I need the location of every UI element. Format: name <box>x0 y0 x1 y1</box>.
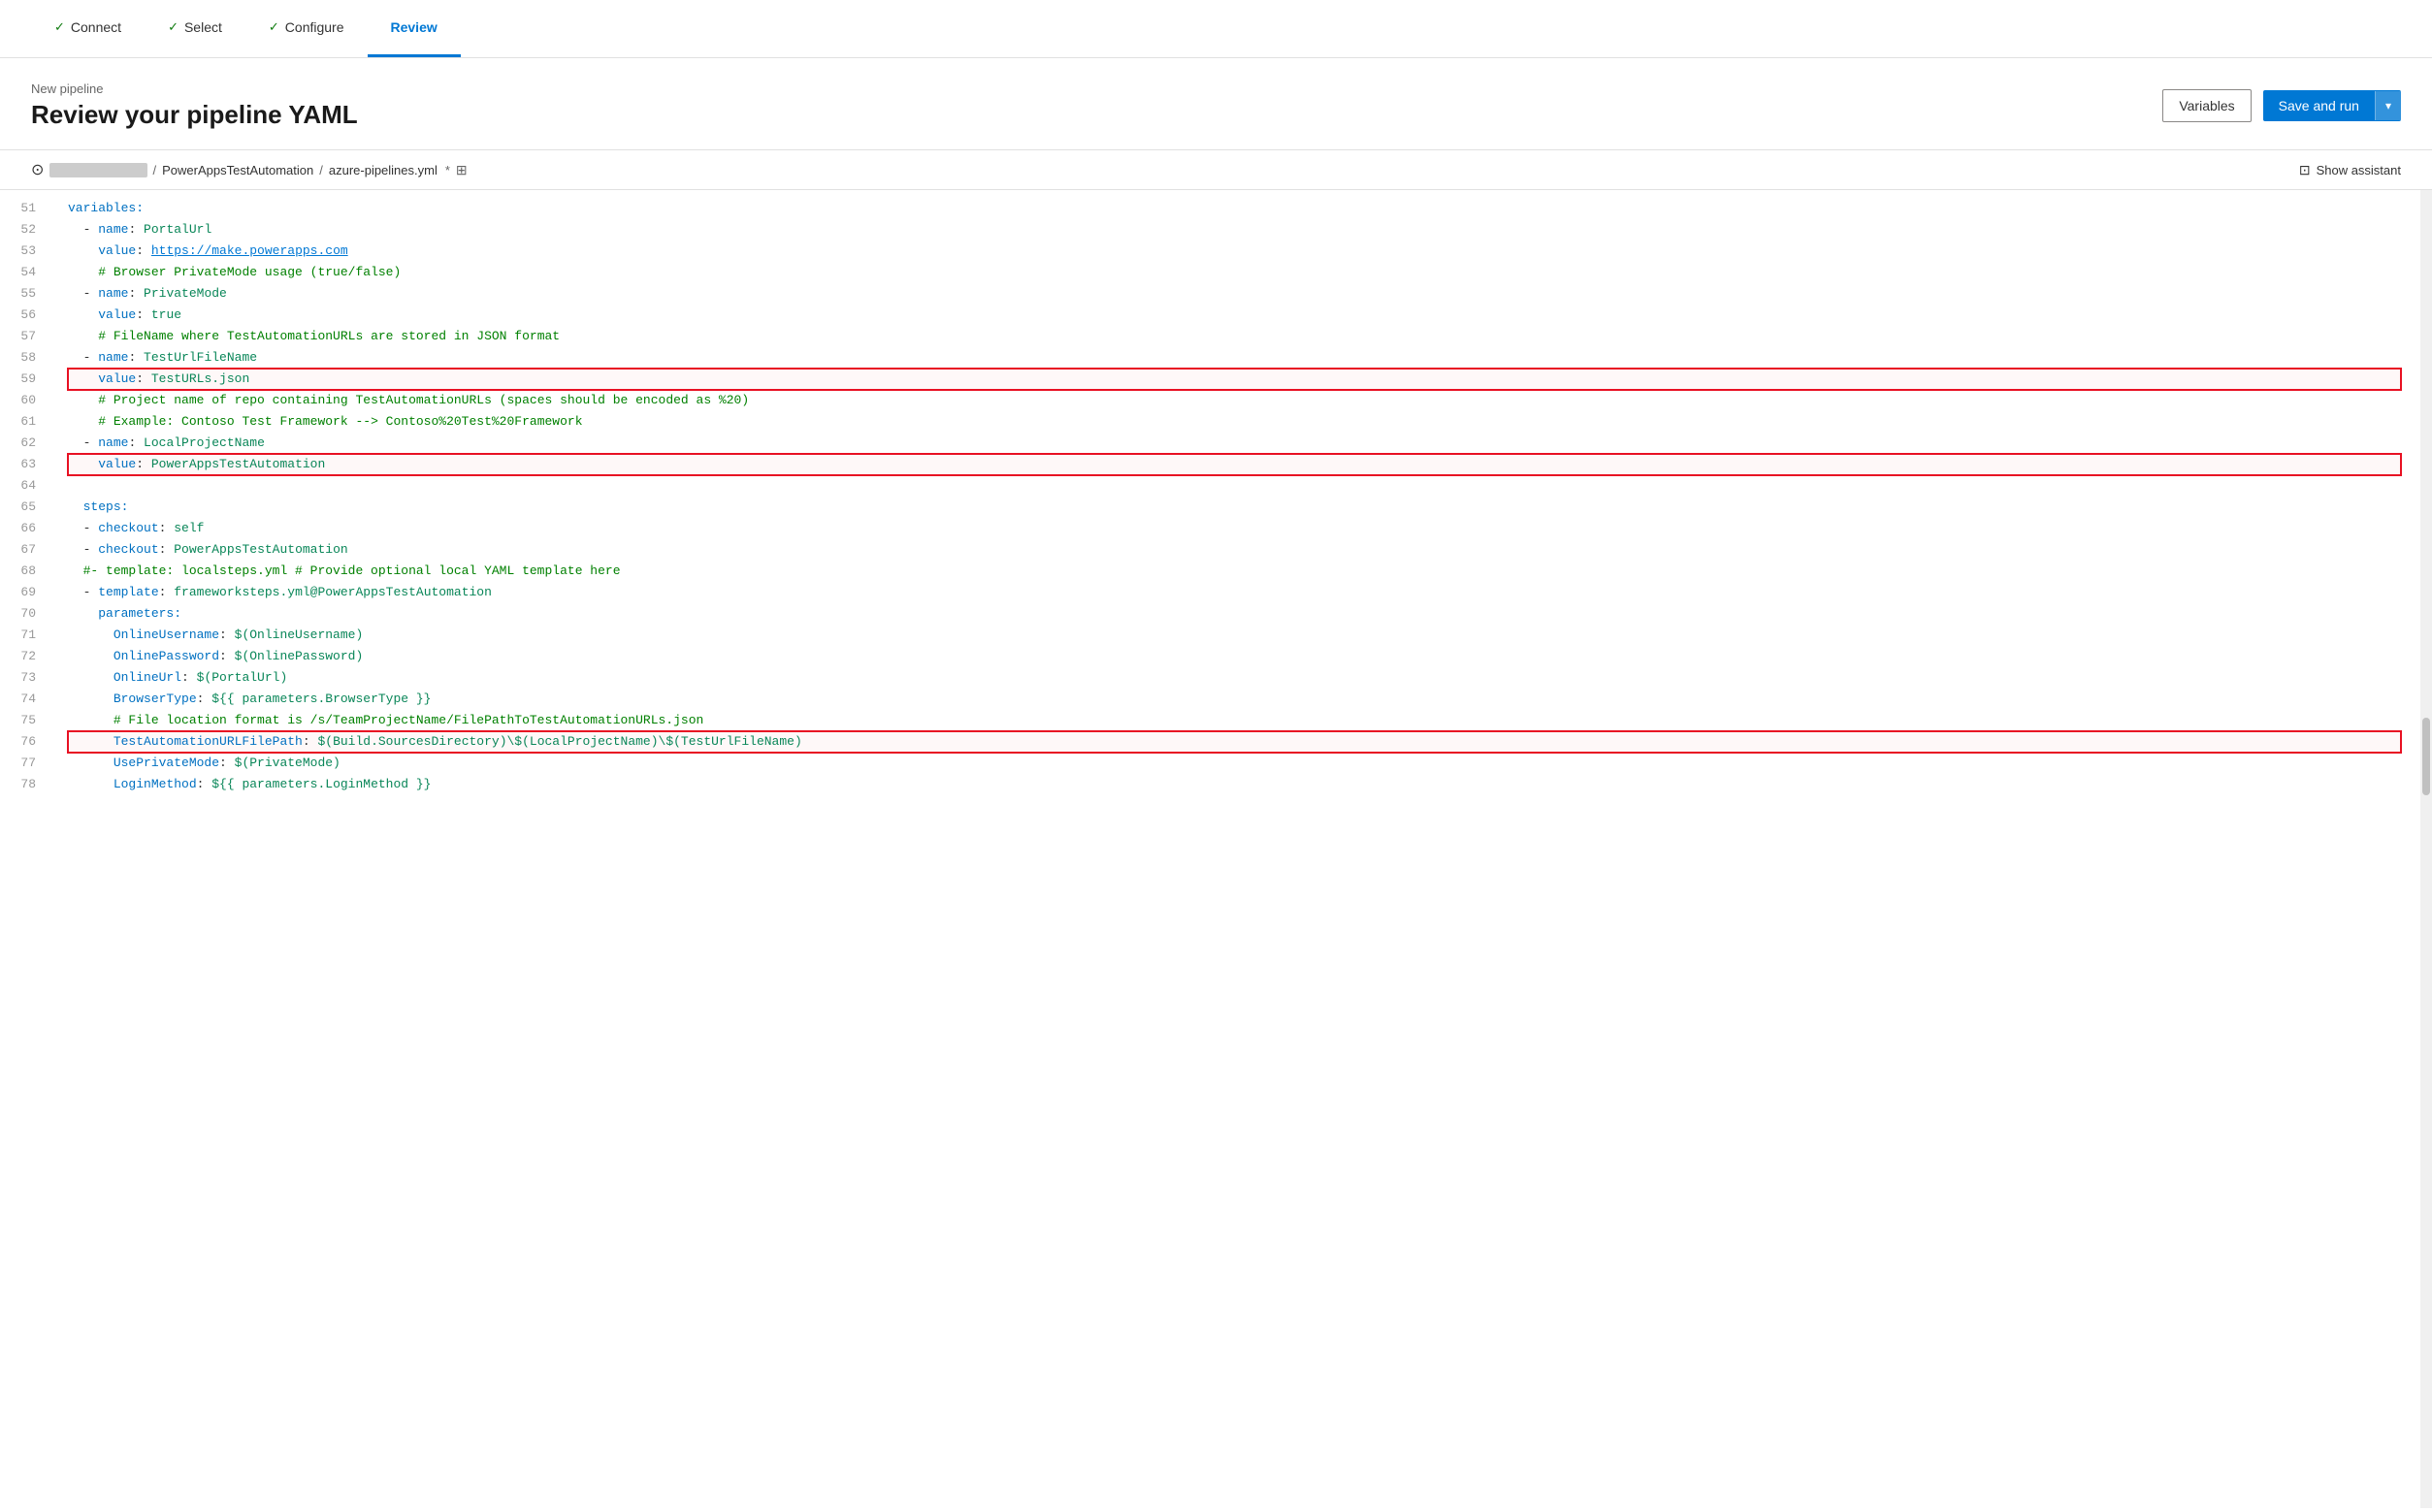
code-line: BrowserType: ${{ parameters.BrowserType … <box>68 689 2401 710</box>
filename: azure-pipelines.yml <box>329 163 438 177</box>
modified-indicator: * <box>445 163 450 177</box>
check-icon: ✓ <box>269 19 279 35</box>
line-number: 57 <box>12 326 36 347</box>
line-number: 71 <box>12 625 36 646</box>
line-number: 77 <box>12 753 36 774</box>
save-run-button-group: Save and run ▾ <box>2263 90 2401 121</box>
code-line: variables: <box>68 198 2401 219</box>
code-line: UsePrivateMode: $(PrivateMode) <box>68 753 2401 774</box>
nav-step-configure[interactable]: ✓ Configure <box>245 0 368 57</box>
line-number: 69 <box>12 582 36 603</box>
save-run-dropdown-button[interactable]: ▾ <box>2375 91 2401 120</box>
code-line: parameters: <box>68 603 2401 625</box>
line-number: 60 <box>12 390 36 411</box>
header-right: Variables Save and run ▾ <box>2162 89 2401 122</box>
line-number: 53 <box>12 241 36 262</box>
code-editor[interactable]: 5152535455565758596061626364656667686970… <box>0 190 2420 1508</box>
line-number: 56 <box>12 305 36 326</box>
code-line: value: true <box>68 305 2401 326</box>
nav-step-connect[interactable]: ✓ Connect <box>31 0 145 57</box>
nav-step-label: Configure <box>285 19 344 35</box>
file-path: ⊙ ██████████ / PowerAppsTestAutomation /… <box>31 160 468 179</box>
nav-step-review[interactable]: Review <box>368 0 461 57</box>
check-icon: ✓ <box>54 19 65 35</box>
code-editor-wrapper: 5152535455565758596061626364656667686970… <box>0 190 2432 1508</box>
save-run-main-button[interactable]: Save and run <box>2263 90 2375 121</box>
line-number: 72 <box>12 646 36 667</box>
line-number: 64 <box>12 475 36 497</box>
line-number: 54 <box>12 262 36 283</box>
file-bar: ⊙ ██████████ / PowerAppsTestAutomation /… <box>0 150 2432 190</box>
code-line: - checkout: self <box>68 518 2401 539</box>
assistant-icon: ⊡ <box>2299 162 2311 178</box>
scrollbar-thumb[interactable] <box>2422 718 2430 795</box>
nav-step-label: Review <box>391 19 438 35</box>
line-number: 76 <box>12 731 36 753</box>
check-icon: ✓ <box>168 19 178 35</box>
line-number: 58 <box>12 347 36 369</box>
code-line: # File location format is /s/TeamProject… <box>68 710 2401 731</box>
line-number: 66 <box>12 518 36 539</box>
code-line: LoginMethod: ${{ parameters.LoginMethod … <box>68 774 2401 795</box>
line-number: 78 <box>12 774 36 795</box>
path-separator-2: / <box>319 163 323 177</box>
code-line: # FileName where TestAutomationURLs are … <box>68 326 2401 347</box>
code-line: # Browser PrivateMode usage (true/false) <box>68 262 2401 283</box>
wizard-nav: ✓ Connect ✓ Select ✓ Configure Review <box>0 0 2432 58</box>
line-numbers: 5152535455565758596061626364656667686970… <box>0 198 49 1500</box>
page-title: Review your pipeline YAML <box>31 100 358 130</box>
code-line: - template: frameworksteps.yml@PowerApps… <box>68 582 2401 603</box>
line-number: 63 <box>12 454 36 475</box>
line-number: 51 <box>12 198 36 219</box>
code-line: value: TestURLs.json <box>68 369 2401 390</box>
code-line: value: https://make.powerapps.com <box>68 241 2401 262</box>
line-number: 70 <box>12 603 36 625</box>
code-line: # Example: Contoso Test Framework --> Co… <box>68 411 2401 433</box>
project-name: PowerAppsTestAutomation <box>162 163 313 177</box>
code-line <box>68 475 2401 497</box>
code-line: - name: PortalUrl <box>68 219 2401 241</box>
page-subtitle: New pipeline <box>31 81 358 96</box>
scrollbar-track[interactable] <box>2420 190 2432 1508</box>
code-line: steps: <box>68 497 2401 518</box>
edit-icon[interactable]: ⊞ <box>456 162 468 178</box>
show-assistant-button[interactable]: ⊡ Show assistant <box>2299 162 2401 178</box>
code-line: - name: PrivateMode <box>68 283 2401 305</box>
show-assistant-label: Show assistant <box>2317 163 2401 177</box>
code-line: TestAutomationURLFilePath: $(Build.Sourc… <box>68 731 2401 753</box>
code-line: OnlineUsername: $(OnlineUsername) <box>68 625 2401 646</box>
nav-step-label: Select <box>184 19 222 35</box>
line-number: 61 <box>12 411 36 433</box>
line-number: 75 <box>12 710 36 731</box>
code-content: variables: - name: PortalUrl value: http… <box>49 198 2420 1500</box>
code-line: value: PowerAppsTestAutomation <box>68 454 2401 475</box>
header-left: New pipeline Review your pipeline YAML <box>31 81 358 130</box>
line-number: 65 <box>12 497 36 518</box>
code-line: OnlineUrl: $(PortalUrl) <box>68 667 2401 689</box>
code-line: - checkout: PowerAppsTestAutomation <box>68 539 2401 561</box>
line-number: 73 <box>12 667 36 689</box>
code-line: OnlinePassword: $(OnlinePassword) <box>68 646 2401 667</box>
github-icon: ⊙ <box>31 160 44 179</box>
line-number: 67 <box>12 539 36 561</box>
variables-button[interactable]: Variables <box>2162 89 2251 122</box>
line-number: 55 <box>12 283 36 305</box>
code-line: - name: TestUrlFileName <box>68 347 2401 369</box>
code-line: # Project name of repo containing TestAu… <box>68 390 2401 411</box>
line-number: 68 <box>12 561 36 582</box>
repo-name-blurred: ██████████ <box>49 163 146 177</box>
line-number: 74 <box>12 689 36 710</box>
code-line: - name: LocalProjectName <box>68 433 2401 454</box>
line-number: 62 <box>12 433 36 454</box>
nav-step-label: Connect <box>71 19 121 35</box>
line-number: 59 <box>12 369 36 390</box>
path-separator-1: / <box>153 163 157 177</box>
page-header: New pipeline Review your pipeline YAML V… <box>0 58 2432 150</box>
line-number: 52 <box>12 219 36 241</box>
code-line: #- template: localsteps.yml # Provide op… <box>68 561 2401 582</box>
nav-step-select[interactable]: ✓ Select <box>145 0 245 57</box>
